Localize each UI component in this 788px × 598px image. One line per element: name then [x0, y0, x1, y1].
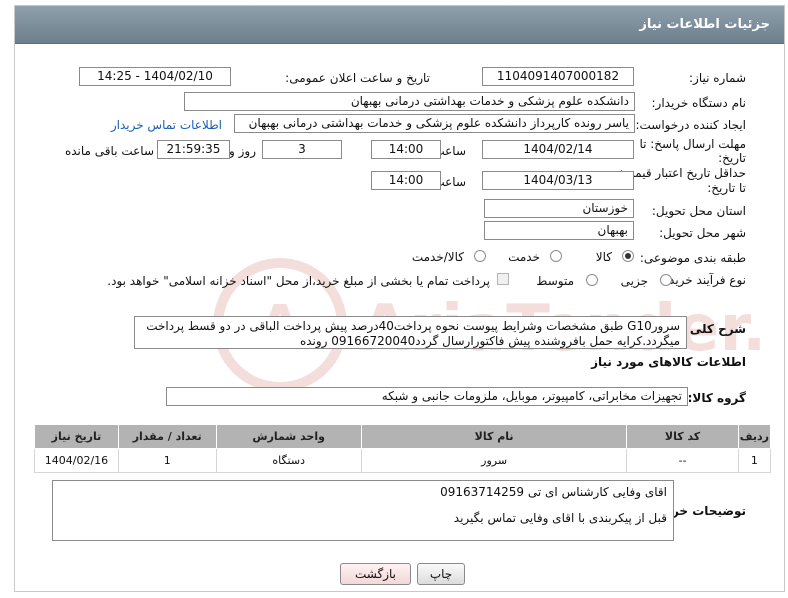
description-field: سرورG10 طبق مشخصات وشرایط پیوست نحوه پرد…: [134, 316, 687, 349]
category-label: طبقه بندی موضوعی:: [639, 251, 746, 265]
process-radio-medium[interactable]: [586, 274, 598, 286]
remaining-time-field: 21:59:35: [157, 140, 230, 159]
need-number-field: 1104091407000182: [482, 67, 634, 86]
panel-title: جزئیات اطلاعات نیاز: [639, 17, 770, 32]
table-row: 1 -- سرور دستگاه 1 1404/02/16: [34, 448, 772, 473]
deadline-label: مهلت ارسال پاسخ: تا: [639, 137, 746, 151]
goods-group-field: تجهیزات مخابراتی، کامپیوتر، موبایل، ملزو…: [166, 387, 688, 406]
category-radio-goods-service[interactable]: [474, 250, 486, 262]
requester-field: یاسر رونده کارپرداز دانشکده علوم پزشکی و…: [234, 114, 635, 133]
validity-time-field: 14:00: [371, 171, 441, 190]
col-date: تاریخ نیاز: [34, 424, 119, 449]
deadline-time-field: 14:00: [371, 140, 441, 159]
col-row: ردیف: [737, 424, 772, 449]
validity-label: حداقل تاریخ اعتبار قیمت:: [619, 166, 746, 180]
payment-note: پرداخت تمام یا بخشی از مبلغ خرید،از محل …: [107, 274, 490, 288]
back-button[interactable]: بازگشت: [340, 563, 411, 585]
cell-row: 1: [737, 448, 772, 473]
cell-name: سرور: [360, 448, 628, 473]
buyer-notes-field: اقای وفایی کارشناس ای تی 09163714259 قبل…: [52, 480, 674, 541]
days-label: روز و: [229, 144, 256, 158]
province-label: استان محل تحویل:: [651, 204, 746, 218]
buyer-org-label: نام دستگاه خریدار:: [651, 96, 747, 110]
deadline-label-date: تاریخ:: [718, 151, 746, 165]
city-field: بهبهان: [484, 221, 634, 240]
need-number-label: شماره نیاز:: [689, 71, 746, 85]
print-button[interactable]: چاپ: [417, 563, 465, 585]
validity-label-date: تا تاریخ:: [707, 181, 746, 195]
cell-date: 1404/02/16: [34, 448, 119, 473]
goods-section-title: اطلاعات کالاهای مورد نیاز: [591, 355, 746, 369]
buyer-org-field: دانشکده علوم پزشکی و خدمات بهداشتی درمان…: [184, 92, 635, 111]
panel-header: جزئیات اطلاعات نیاز: [15, 6, 784, 44]
category-radio-service[interactable]: [550, 250, 562, 262]
goods-group-label: گروه کالا:: [687, 391, 746, 405]
goods-table-header: ردیف کد کالا نام کالا واحد شمارش تعداد /…: [34, 424, 772, 449]
category-option-goods: کالا: [595, 250, 612, 264]
buyer-notes-line-2: قبل از پیکربندی با اقای وفایی تماس بگیری…: [453, 511, 667, 525]
process-option-minor: جزیی: [620, 274, 648, 288]
cell-code: --: [626, 448, 739, 473]
category-option-service: خدمت: [508, 250, 540, 264]
category-radio-goods[interactable]: [622, 250, 634, 262]
province-field: خوزستان: [484, 199, 634, 218]
col-qty: تعداد / مقدار: [117, 424, 217, 449]
requester-label: ایجاد کننده درخواست:: [635, 118, 746, 132]
city-label: شهر محل تحویل:: [659, 226, 746, 240]
treasury-checkbox[interactable]: [497, 273, 509, 285]
announce-date-field: 1404/02/10 - 14:25: [79, 67, 231, 86]
cell-unit: دستگاه: [215, 448, 362, 473]
col-code: کد کالا: [626, 424, 739, 449]
col-unit: واحد شمارش: [215, 424, 362, 449]
buyer-notes-line-1: اقای وفایی کارشناس ای تی 09163714259: [440, 485, 667, 499]
col-name: نام کالا: [360, 424, 628, 449]
goods-table: ردیف کد کالا نام کالا واحد شمارش تعداد /…: [34, 424, 772, 473]
process-option-medium: متوسط: [536, 274, 574, 288]
announce-date-label: تاریخ و ساعت اعلان عمومی:: [285, 71, 430, 85]
remaining-label: ساعت باقی مانده: [64, 144, 154, 158]
cell-qty: 1: [117, 448, 217, 473]
days-count-field: 3: [262, 140, 342, 159]
validity-date-field: 1404/03/13: [482, 171, 634, 190]
process-label: نوع فرآیند خرید :: [661, 273, 746, 287]
process-radio-minor[interactable]: [660, 274, 672, 286]
deadline-date-field: 1404/02/14: [482, 140, 634, 159]
category-option-goods-service: کالا/خدمت: [411, 250, 464, 264]
buyer-contact-link[interactable]: اطلاعات تماس خریدار: [111, 118, 222, 132]
